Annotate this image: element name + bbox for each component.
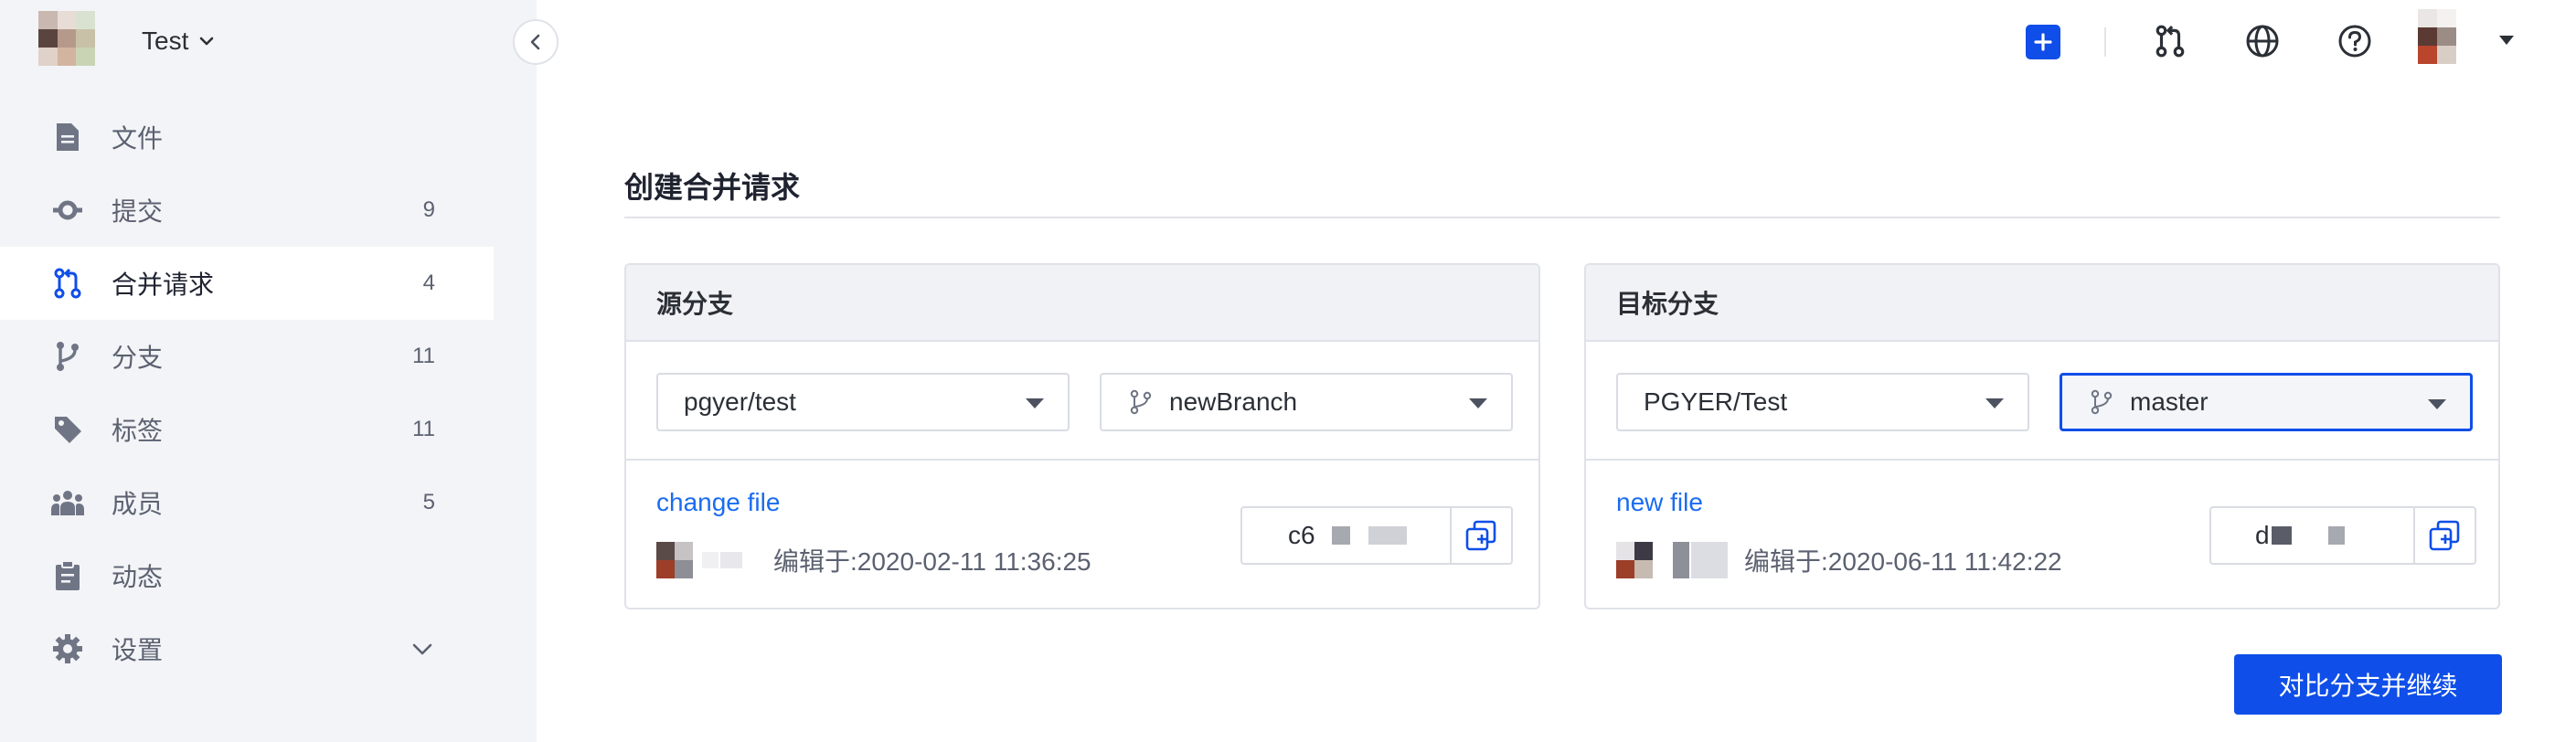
commit-meta: 编辑于:2020-06-11 11:42:22 <box>1616 542 2062 578</box>
sidebar-item-label: 标签 <box>112 417 164 445</box>
caret-down-icon <box>1985 398 2004 408</box>
commit-date: 编辑于:2020-06-11 11:42:22 <box>1744 547 2062 576</box>
language-button[interactable] <box>2241 20 2283 62</box>
author-avatar <box>1616 542 1653 578</box>
panel-heading: 源分支 <box>626 265 1538 342</box>
branch-icon <box>1130 389 1152 415</box>
help-button[interactable] <box>2334 20 2376 62</box>
author-avatar <box>656 542 693 578</box>
project-switcher[interactable]: Test <box>142 26 216 56</box>
sidebar-item-branches[interactable]: 分支 11 <box>0 320 494 393</box>
sidebar-item-label: 提交 <box>112 197 164 226</box>
chevron-down-icon[interactable] <box>410 636 435 662</box>
sidebar-item-label: 动态 <box>112 563 164 591</box>
commit-message-link[interactable]: change file <box>656 488 780 517</box>
copy-sha-button[interactable] <box>1449 508 1511 563</box>
branch-icon <box>51 340 84 373</box>
chevron-left-icon <box>530 34 540 50</box>
plus-icon <box>2034 33 2052 51</box>
sidebar-item-members[interactable]: 成员 5 <box>0 466 494 539</box>
members-icon <box>51 486 84 519</box>
commit-sha-box: d <box>2209 506 2476 565</box>
commit-sha-box: c6 <box>1240 506 1513 565</box>
panel-heading: 目标分支 <box>1586 265 2498 342</box>
sidebar-item-count: 4 <box>422 270 435 295</box>
source-repo-select[interactable]: pgyer/test <box>656 373 1070 431</box>
caret-down-icon <box>1026 398 1044 408</box>
sidebar-item-tags[interactable]: 标签 11 <box>0 393 494 466</box>
compare-and-continue-button[interactable]: 对比分支并继续 <box>2234 654 2502 715</box>
gear-icon <box>51 632 84 665</box>
sidebar: Test 文件 提交 9 合并请求 4 分支 11 标签 11 成员 5 动态 … <box>0 0 537 742</box>
source-selectors: pgyer/test newBranch <box>626 342 1538 461</box>
clipboard-icon <box>51 559 84 592</box>
source-branch-select[interactable]: newBranch <box>1100 373 1513 431</box>
merge-request-icon <box>2156 25 2185 58</box>
sidebar-item-commits[interactable]: 提交 9 <box>0 174 494 247</box>
commit-sha[interactable]: d <box>2211 508 2413 563</box>
source-branch-panel: 源分支 pgyer/test newBranch change file 编辑于… <box>624 263 1540 610</box>
commit-sha[interactable]: c6 <box>1242 508 1450 563</box>
caret-down-icon[interactable] <box>2497 33 2516 48</box>
sidebar-item-count: 5 <box>422 490 435 514</box>
file-icon <box>51 121 84 154</box>
collapse-sidebar-button[interactable] <box>513 19 559 65</box>
target-branch-select[interactable]: master <box>2060 373 2473 431</box>
sidebar-item-merge-requests[interactable]: 合并请求 4 <box>0 247 494 320</box>
sidebar-item-files[interactable]: 文件 <box>0 101 494 174</box>
target-branch-panel: 目标分支 PGYER/Test master new file 编辑于:2020… <box>1584 263 2500 610</box>
sidebar-item-count: 9 <box>422 197 435 222</box>
sidebar-item-settings[interactable]: 设置 <box>0 612 494 685</box>
create-button[interactable] <box>2026 25 2060 59</box>
project-name: Test <box>142 26 189 55</box>
author-name <box>1673 542 1728 578</box>
project-logo[interactable] <box>38 11 95 66</box>
branch-icon <box>2091 389 2113 415</box>
caret-down-icon <box>1469 398 1487 408</box>
sidebar-item-activity[interactable]: 动态 <box>0 539 494 612</box>
help-icon <box>2338 25 2371 58</box>
title-divider <box>624 217 2500 218</box>
copy-icon <box>2429 520 2460 551</box>
sidebar-item-count: 11 <box>412 417 435 441</box>
sidebar-item-label: 设置 <box>112 636 164 664</box>
sidebar-item-count: 11 <box>412 344 435 368</box>
sidebar-item-label: 合并请求 <box>112 270 215 299</box>
chevron-down-icon <box>200 37 214 46</box>
target-commit: new file 编辑于:2020-06-11 11:42:22 d <box>1586 461 2498 608</box>
sidebar-nav: 文件 提交 9 合并请求 4 分支 11 标签 11 成员 5 动态 设置 <box>0 101 494 685</box>
commit-message-link[interactable]: new file <box>1616 488 1703 517</box>
page-title: 创建合并请求 <box>624 171 801 204</box>
author-name <box>702 552 742 568</box>
copy-sha-button[interactable] <box>2412 508 2475 563</box>
sidebar-item-label: 分支 <box>112 344 164 372</box>
tag-icon <box>51 413 84 446</box>
copy-icon <box>1465 520 1496 551</box>
globe-icon <box>2246 25 2279 58</box>
merge-request-icon <box>51 267 84 300</box>
select-value: master <box>2130 387 2209 416</box>
commit-date: 编辑于:2020-02-11 11:36:25 <box>773 547 1091 576</box>
commit-icon <box>51 194 84 227</box>
merge-requests-shortcut[interactable] <box>2149 20 2191 62</box>
caret-down-icon <box>2428 399 2446 409</box>
commit-meta: 编辑于:2020-02-11 11:36:25 <box>656 542 1091 578</box>
target-selectors: PGYER/Test master <box>1586 342 2498 461</box>
select-value: newBranch <box>1169 387 1298 416</box>
sidebar-item-label: 成员 <box>112 490 164 518</box>
target-repo-select[interactable]: PGYER/Test <box>1616 373 2029 431</box>
select-value: pgyer/test <box>684 387 796 416</box>
commit-sha-prefix: d <box>2255 521 2270 549</box>
source-commit: change file 编辑于:2020-02-11 11:36:25 c6 <box>626 461 1538 608</box>
topbar-divider <box>2104 27 2106 57</box>
user-avatar[interactable] <box>2418 9 2456 64</box>
select-value: PGYER/Test <box>1644 387 1788 416</box>
commit-sha-prefix: c6 <box>1288 521 1315 549</box>
sidebar-item-label: 文件 <box>112 124 164 153</box>
